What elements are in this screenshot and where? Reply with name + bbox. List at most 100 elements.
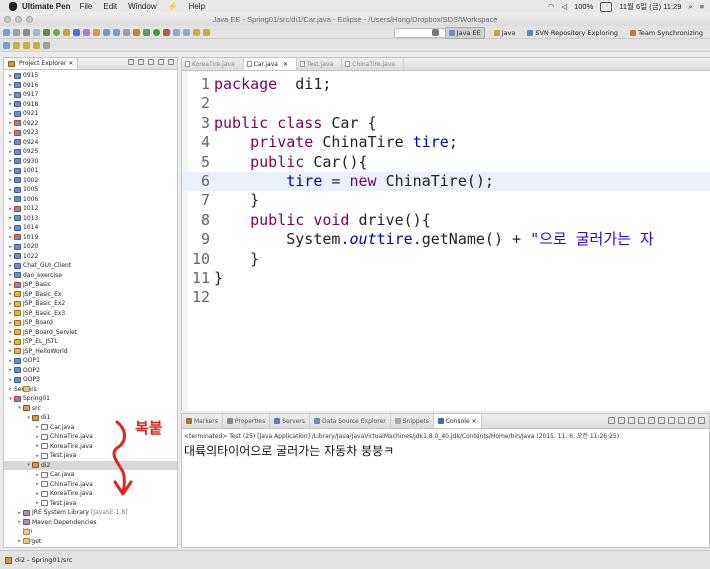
tree-item[interactable]: ▸ 0921 — [4, 109, 177, 119]
editor-tab[interactable]: KoreaTire.java — [182, 58, 244, 70]
menu-file[interactable]: File — [79, 2, 92, 11]
close-window-button[interactable] — [4, 16, 11, 23]
chevron-right-icon[interactable]: ▸ — [35, 500, 40, 506]
perspective-java[interactable]: Java — [491, 28, 519, 38]
chevron-right-icon[interactable]: ▸ — [8, 101, 13, 107]
perspective-svn[interactable]: SVN Repository Exploring — [524, 28, 621, 38]
code-line[interactable]: 7 } — [182, 191, 710, 210]
minimize-window-button[interactable] — [15, 16, 22, 23]
tree-item[interactable]: ▸ 0923 — [4, 128, 177, 138]
tree-item[interactable]: ▾ src — [4, 404, 177, 414]
chevron-down-icon[interactable]: ▾ — [17, 405, 22, 411]
chevron-right-icon[interactable]: ▸ — [8, 187, 13, 193]
chevron-right-icon[interactable]: ▸ — [8, 120, 13, 126]
apple-icon[interactable] — [9, 2, 17, 11]
code-line[interactable]: 2 — [182, 94, 710, 113]
tree-item[interactable]: ▸ OOP3 — [4, 375, 177, 385]
chevron-right-icon[interactable]: ▸ — [35, 491, 40, 497]
menu-edit[interactable]: Edit — [103, 2, 117, 11]
tree-item[interactable]: ▾ Spring01 — [4, 394, 177, 404]
new-icon[interactable] — [3, 28, 10, 36]
pin-console-icon[interactable] — [658, 417, 665, 424]
chevron-right-icon[interactable]: ▸ — [8, 291, 13, 297]
tree-item[interactable]: ▸ 0922 — [4, 119, 177, 129]
tree-item[interactable]: ▸ Test.java — [4, 499, 177, 509]
scroll-lock-icon[interactable] — [638, 417, 645, 424]
chevron-right-icon[interactable]: ▸ — [35, 443, 40, 449]
notification-icon[interactable]: ≡ — [700, 2, 704, 11]
chevron-right-icon[interactable]: ▸ — [35, 472, 40, 478]
chevron-right-icon[interactable]: ▸ — [8, 386, 13, 392]
tree-item[interactable]: ▸ target — [4, 537, 177, 547]
chevron-right-icon[interactable]: ▸ — [8, 139, 13, 145]
chevron-right-icon[interactable]: ▸ — [8, 301, 13, 307]
chevron-right-icon[interactable]: ▸ — [8, 339, 13, 345]
chevron-right-icon[interactable]: ▸ — [8, 310, 13, 316]
tree-item[interactable]: ▸ JSP_Board_Servlet — [4, 328, 177, 338]
pin-icon[interactable] — [3, 41, 10, 49]
editor-tab[interactable]: ChinaTire.java — [342, 58, 405, 70]
close-icon[interactable]: ✕ — [283, 61, 288, 68]
tree-item[interactable]: ▸ Maven Dependencies — [4, 518, 177, 528]
back-icon[interactable] — [193, 28, 200, 36]
prev-annotation-icon[interactable] — [183, 28, 190, 36]
code-line[interactable]: 12 — [182, 288, 710, 307]
tree-item[interactable]: ▸ 0916 — [4, 81, 177, 91]
chevron-right-icon[interactable]: ▸ — [8, 348, 13, 354]
skip-breakpoints-icon[interactable] — [43, 28, 50, 36]
tree-item[interactable]: ▸ JSP_Basic — [4, 280, 177, 290]
dropdown-icon[interactable] — [43, 41, 50, 49]
tree-item[interactable]: ▸ 1001 — [4, 166, 177, 176]
view-tab-servers[interactable]: Servers — [270, 414, 311, 428]
view-tab-properties[interactable]: Properties — [223, 414, 271, 428]
tree-item[interactable]: ▸ JSP_Basic_Ex — [4, 290, 177, 300]
wifi-icon[interactable]: ◠ — [548, 2, 555, 11]
chevron-right-icon[interactable]: ▸ — [35, 481, 40, 487]
new-package-icon[interactable] — [93, 28, 100, 36]
link-editor-icon[interactable] — [138, 59, 144, 65]
tree-item[interactable]: ▸ dao_exercise — [4, 271, 177, 281]
tree-item[interactable]: ▸ Chat_GUI_Client — [4, 261, 177, 271]
chevron-right-icon[interactable]: ▸ — [8, 82, 13, 88]
app-name[interactable]: Ultimate Pen — [22, 2, 70, 11]
tree-item[interactable]: ▸ JSP_Basic_Ex2 — [4, 299, 177, 309]
terminate-icon[interactable] — [608, 417, 615, 424]
tree-item[interactable]: ▸ 0930 — [4, 157, 177, 167]
close-icon[interactable]: ✕ — [68, 60, 73, 67]
nav-forward-icon[interactable] — [33, 41, 40, 49]
chevron-right-icon[interactable]: ▸ — [8, 234, 13, 240]
external-tools-icon[interactable] — [163, 28, 170, 36]
chevron-right-icon[interactable]: ▸ — [17, 510, 22, 516]
clock[interactable]: 11월 6일 (금) 11:29 — [619, 1, 681, 12]
chevron-right-icon[interactable]: ▸ — [8, 73, 13, 79]
menu-window[interactable]: Window — [128, 2, 156, 11]
code-line[interactable]: 10 } — [182, 250, 710, 269]
chevron-down-icon[interactable]: ▾ — [26, 462, 31, 468]
clear-console-icon[interactable] — [628, 417, 635, 424]
zoom-window-button[interactable] — [26, 16, 33, 23]
code-area[interactable]: 1 package di1; 2 3 public class Car {4 priva… — [182, 71, 710, 411]
print-icon[interactable] — [33, 28, 40, 36]
tree-item[interactable]: ▸ JSP_EL_JSTL — [4, 337, 177, 347]
tree-item[interactable]: bin — [4, 527, 177, 537]
minimize-icon[interactable] — [158, 59, 164, 65]
open-console-icon[interactable] — [678, 417, 685, 424]
save-all-icon[interactable] — [23, 28, 30, 36]
chevron-right-icon[interactable]: ▸ — [8, 196, 13, 202]
new-server-icon[interactable] — [73, 28, 80, 36]
chevron-right-icon[interactable]: ▸ — [8, 367, 13, 373]
chevron-right-icon[interactable]: ▸ — [8, 130, 13, 136]
chevron-down-icon[interactable]: ▾ — [8, 396, 13, 402]
view-tab-data-source-explorer[interactable]: Data Source Explorer — [310, 414, 391, 428]
maximize-icon[interactable] — [698, 417, 705, 424]
tree-item[interactable]: ▸ 1012 — [4, 204, 177, 214]
tree-item[interactable]: ▸ 1005 — [4, 185, 177, 195]
chevron-right-icon[interactable]: ▸ — [8, 111, 13, 117]
console-output[interactable]: 대륙의타이어으로 굴러가는 자동차 붕붕ㅋ — [184, 442, 394, 459]
tree-item[interactable]: ▸ 0915 — [4, 71, 177, 81]
open-task-icon[interactable] — [123, 28, 130, 36]
menu-help[interactable]: Help — [189, 2, 205, 11]
chevron-right-icon[interactable]: ▸ — [8, 253, 13, 259]
editor-tab[interactable]: Test.java — [297, 58, 343, 70]
view-tab-markers[interactable]: Markers — [182, 414, 223, 428]
